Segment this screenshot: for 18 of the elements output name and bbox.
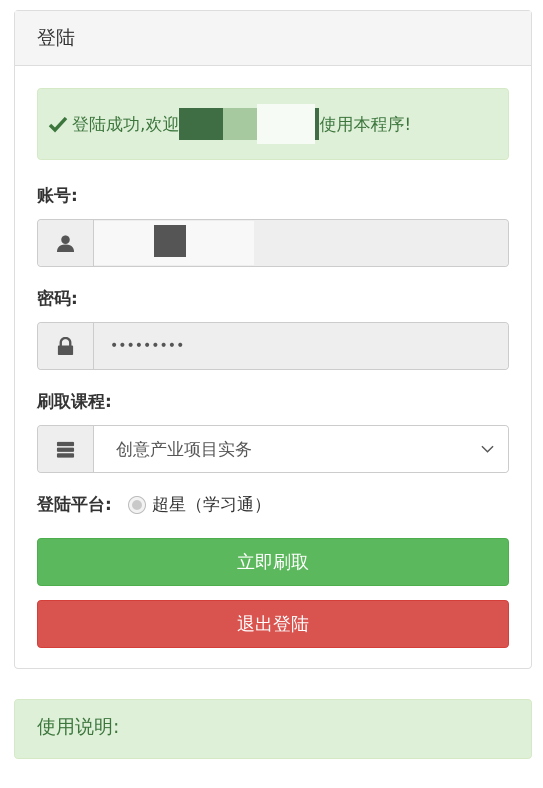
field-label: 密码: — [37, 288, 79, 310]
course-select[interactable]: 创意产业项目实务 — [37, 425, 509, 473]
check-icon — [48, 114, 68, 134]
server-icon — [56, 440, 75, 458]
panel-title: 登陆 — [37, 27, 75, 49]
caret-icon — [481, 445, 494, 453]
password-field[interactable]: ••••••••• — [37, 322, 509, 370]
account-field[interactable] — [37, 219, 509, 267]
panel-title: 使用说明: — [37, 716, 120, 738]
alert-text: 使用本程序! — [319, 114, 412, 136]
platform-radio[interactable]: 超星（学习通） — [128, 493, 271, 516]
field-label: 登陆平台: — [37, 494, 112, 516]
field-label: 账号: — [37, 185, 79, 207]
lock-icon — [56, 336, 75, 356]
field-label: 刷取课程: — [37, 391, 113, 413]
user-icon — [56, 234, 75, 252]
alert-text: 登陆成功,欢迎 — [72, 114, 180, 136]
logout-button[interactable]: 退出登陆 — [37, 600, 509, 648]
